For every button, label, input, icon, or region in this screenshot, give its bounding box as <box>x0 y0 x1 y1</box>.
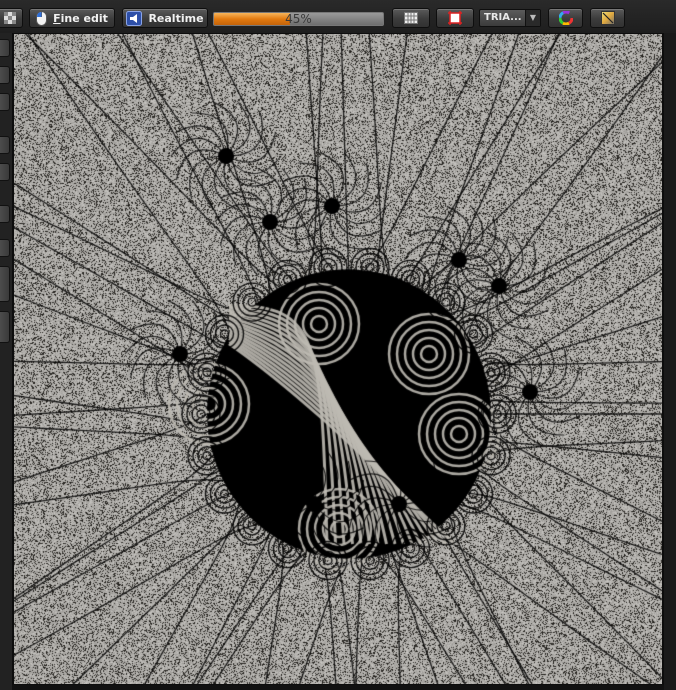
crop-frame-icon <box>448 11 462 25</box>
right-edge <box>664 33 676 690</box>
render-mode-dropdown[interactable]: TRIA... ▼ <box>479 9 541 27</box>
left-sidebar <box>0 33 12 690</box>
sidebar-tab-9[interactable] <box>0 311 10 343</box>
toolbar: Fine edit Realtime 45% TRIA... ▼ <box>0 0 676 33</box>
sidebar-tab-6[interactable] <box>0 205 10 223</box>
bottom-edge <box>12 685 664 690</box>
fine-edit-label: Fine edit <box>53 12 108 25</box>
gradient-icon <box>601 11 615 25</box>
realtime-label: Realtime <box>148 12 203 25</box>
grid-button[interactable] <box>392 8 430 28</box>
sidebar-tab-5[interactable] <box>0 163 10 181</box>
render-progress-bar: 45% <box>213 12 384 26</box>
sidebar-tab-8[interactable] <box>0 266 10 302</box>
realtime-button[interactable]: Realtime <box>122 8 208 28</box>
sidebar-tab-7[interactable] <box>0 239 10 257</box>
mouse-icon <box>36 11 47 26</box>
sidebar-tab-4[interactable] <box>0 136 10 154</box>
fractal-render-canvas[interactable] <box>14 34 662 684</box>
speaker-icon <box>126 11 142 26</box>
checkerboard-icon <box>4 12 16 24</box>
gradient-button[interactable] <box>590 8 625 28</box>
grid-icon <box>404 12 418 24</box>
render-mode-value: TRIA... <box>484 12 522 23</box>
colors-button[interactable] <box>548 8 583 28</box>
sidebar-tab-3[interactable] <box>0 93 10 111</box>
render-viewport[interactable] <box>12 33 664 685</box>
crop-button[interactable] <box>436 8 474 28</box>
transparency-button[interactable] <box>0 8 23 28</box>
sidebar-tab-1[interactable] <box>0 39 10 57</box>
fine-edit-button[interactable]: Fine edit <box>29 8 115 28</box>
progress-percent: 45% <box>214 12 383 26</box>
sidebar-tab-2[interactable] <box>0 66 10 84</box>
chevron-down-icon: ▼ <box>525 10 540 26</box>
color-wheel-icon <box>559 11 573 25</box>
